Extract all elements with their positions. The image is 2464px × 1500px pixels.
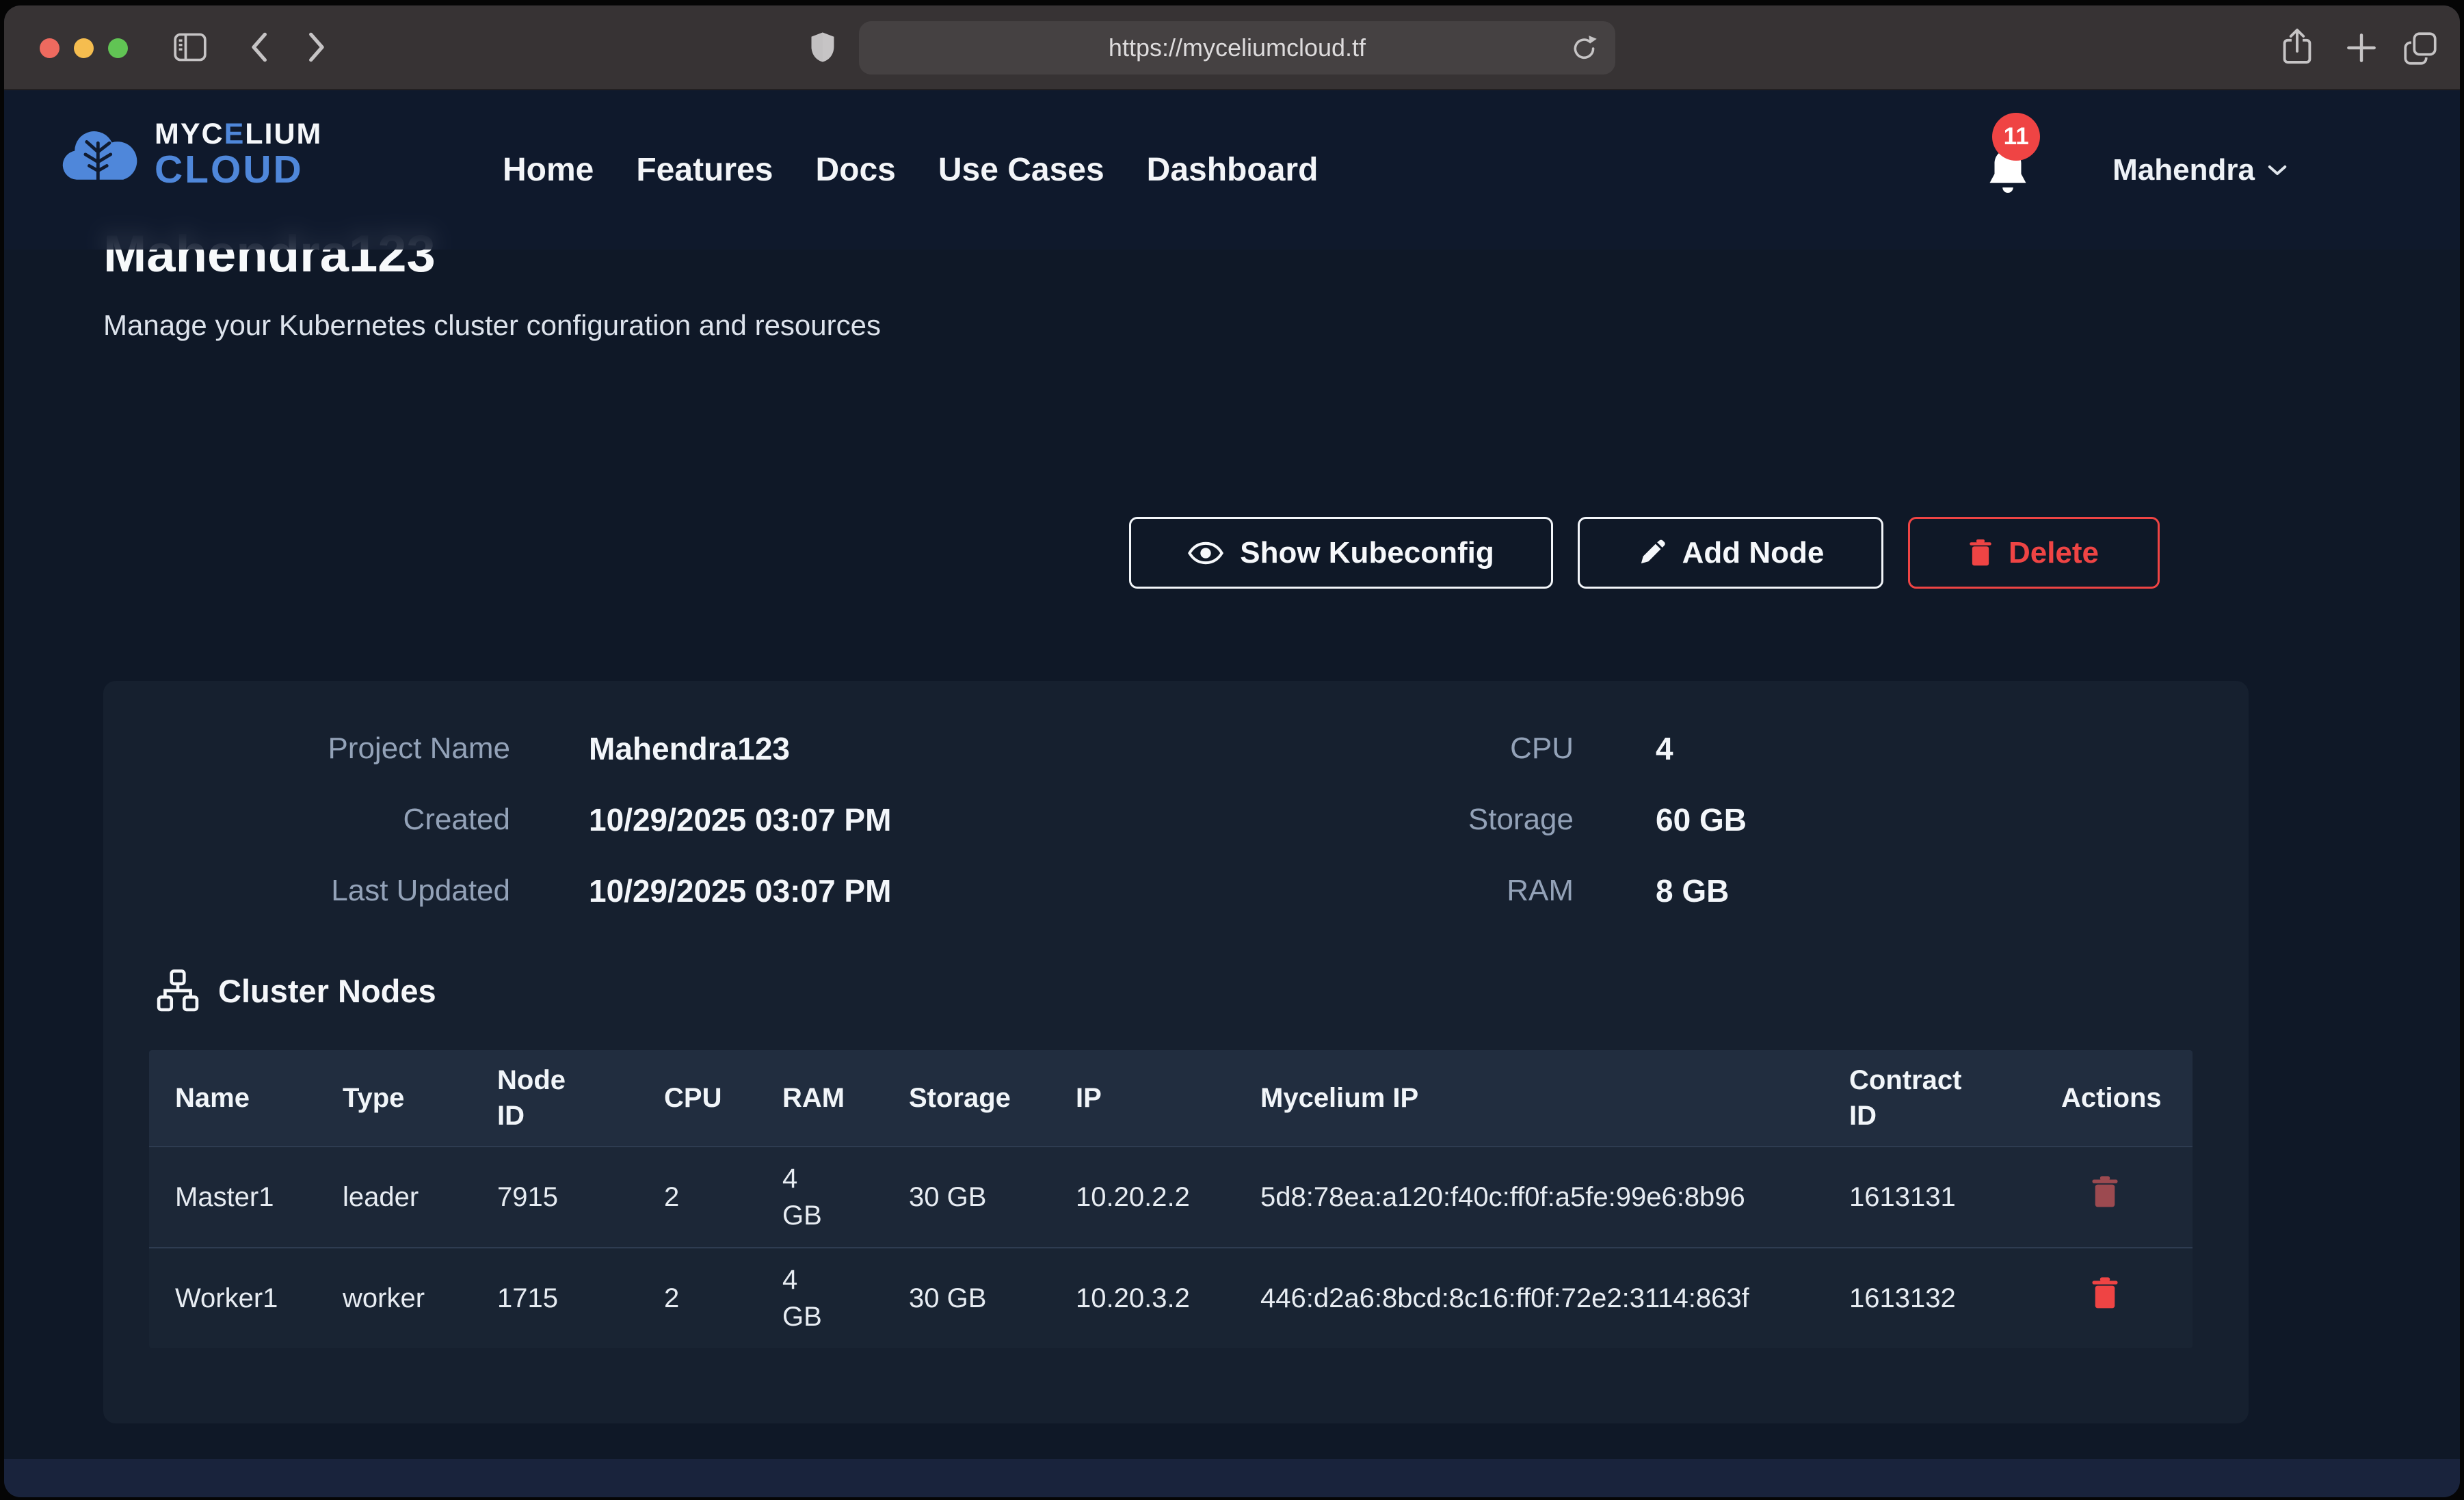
nav-item-dashboard[interactable]: Dashboard [1147, 151, 1319, 189]
cluster-details-card: Project Name Mahendra123 Created 10/29/2… [103, 681, 2249, 1423]
cell-contract-id: 1613131 [1849, 1179, 2061, 1216]
forward-icon[interactable] [308, 30, 327, 64]
footer-strip [4, 1459, 2460, 1497]
cloud-tree-logo-icon [60, 120, 141, 186]
storage-label: Storage [1122, 800, 1574, 840]
created-label: Created [103, 800, 510, 840]
cell-ram: 4 GB [782, 1261, 909, 1335]
reload-icon[interactable] [1570, 33, 1599, 63]
zoom-window-button[interactable] [108, 38, 128, 58]
back-icon[interactable] [249, 30, 268, 64]
delete-label: Delete [2009, 536, 2099, 570]
nodes-network-icon [157, 969, 199, 1012]
pencil-icon [1637, 539, 1666, 567]
last-updated-value: 10/29/2025 03:07 PM [589, 871, 1122, 911]
site-navbar: MYCELIUM CLOUD Home Features Docs Use Ca… [4, 90, 2460, 250]
cell-name: Master1 [175, 1179, 343, 1216]
created-value: 10/29/2025 03:07 PM [589, 800, 1122, 840]
table-header-row: Name Type Node ID CPU RAM Storage IP Myc… [149, 1050, 2193, 1147]
notification-count-badge: 11 [1992, 113, 2040, 161]
col-cpu: CPU [664, 1080, 782, 1116]
notifications-button[interactable]: 11 [1987, 144, 2032, 196]
cell-cpu: 2 [664, 1179, 782, 1216]
cell-contract-id: 1613132 [1849, 1280, 2061, 1317]
col-actions: Actions [2061, 1080, 2193, 1116]
cell-cpu: 2 [664, 1280, 782, 1317]
col-contract-id: Contract ID [1849, 1062, 2061, 1134]
user-name: Mahendra [2112, 153, 2255, 187]
col-ram: RAM [782, 1080, 909, 1116]
eye-icon [1188, 541, 1223, 565]
cell-node-id: 7915 [497, 1179, 664, 1216]
page-body: Mahendra123 Manage your Kubernetes clust… [4, 90, 2460, 1497]
cpu-label: CPU [1122, 729, 1574, 768]
project-name-value: Mahendra123 [589, 729, 1122, 768]
cpu-value: 4 [1656, 729, 1747, 768]
ram-label: RAM [1122, 871, 1574, 911]
ram-value: 8 GB [1656, 871, 1747, 911]
cell-name: Worker1 [175, 1280, 343, 1317]
table-row-worker1: Worker1 worker 1715 2 4 GB 30 GB 10.20.3… [149, 1248, 2193, 1348]
cell-ip: 10.20.3.2 [1076, 1280, 1260, 1317]
nav-links: Home Features Docs Use Cases Dashboard [503, 90, 1318, 250]
trash-icon [1969, 539, 1992, 567]
cell-storage: 30 GB [909, 1280, 1076, 1317]
cluster-nodes-title: Cluster Nodes [218, 972, 436, 1010]
brand-logo[interactable]: MYCELIUM CLOUD [60, 118, 322, 189]
show-kubeconfig-label: Show Kubeconfig [1240, 536, 1494, 570]
cluster-nodes-heading: Cluster Nodes [157, 969, 2249, 1012]
privacy-shield-icon[interactable] [810, 30, 836, 64]
cell-storage: 30 GB [909, 1179, 1076, 1216]
show-kubeconfig-button[interactable]: Show Kubeconfig [1129, 517, 1553, 589]
col-storage: Storage [909, 1080, 1076, 1116]
last-updated-label: Last Updated [103, 871, 510, 911]
browser-chrome: https://myceliumcloud.tf [4, 5, 2460, 90]
minimize-window-button[interactable] [74, 38, 94, 58]
storage-value: 60 GB [1656, 800, 1747, 840]
cell-node-id: 1715 [497, 1280, 664, 1317]
col-node-id: Node ID [497, 1062, 664, 1134]
url-text: https://myceliumcloud.tf [1109, 34, 1366, 62]
cluster-actions-toolbar: Show Kubeconfig Add Node Delete [103, 517, 2160, 589]
add-node-button[interactable]: Add Node [1578, 517, 1883, 589]
col-name: Name [175, 1080, 343, 1116]
col-mycelium-ip: Mycelium IP [1260, 1080, 1849, 1116]
url-address-field[interactable]: https://myceliumcloud.tf [859, 21, 1615, 75]
project-name-label: Project Name [103, 729, 510, 768]
cell-mycelium-ip: 5d8:78ea:a120:f40c:ff0f:a5fe:99e6:8b96 [1260, 1179, 1814, 1216]
new-tab-icon[interactable] [2346, 33, 2376, 63]
table-row-master1: Master1 leader 7915 2 4 GB 30 GB 10.20.2… [149, 1147, 2193, 1248]
nav-item-use-cases[interactable]: Use Cases [938, 151, 1104, 189]
user-menu[interactable]: Mahendra [2112, 153, 2288, 187]
cell-mycelium-ip: 446:d2a6:8bcd:8c16:ff0f:72e2:3114:863f [1260, 1280, 1814, 1317]
cell-type: leader [343, 1179, 497, 1216]
nodes-table: Name Type Node ID CPU RAM Storage IP Myc… [149, 1050, 2193, 1348]
cell-ram: 4 GB [782, 1160, 909, 1234]
nav-item-docs[interactable]: Docs [815, 151, 895, 189]
add-node-label: Add Node [1682, 536, 1825, 570]
delete-node-button[interactable] [2090, 1175, 2120, 1211]
sidebar-toggle-icon[interactable] [174, 31, 207, 63]
browser-window: https://myceliumcloud.tf Mahendra123 Man… [4, 5, 2460, 1497]
delete-node-button[interactable] [2090, 1276, 2120, 1312]
main-content: Mahendra123 Manage your Kubernetes clust… [4, 90, 2460, 1423]
brand-text: MYCELIUM CLOUD [155, 118, 322, 189]
col-ip: IP [1076, 1080, 1260, 1116]
chevron-down-icon [2267, 163, 2288, 177]
trash-icon [2091, 1175, 2119, 1209]
share-icon[interactable] [2281, 26, 2313, 67]
cluster-info-grid: Project Name Mahendra123 Created 10/29/2… [103, 681, 2249, 911]
page-subtitle: Manage your Kubernetes cluster configura… [103, 309, 2244, 342]
tab-overview-icon[interactable] [2403, 31, 2437, 66]
col-type: Type [343, 1080, 497, 1116]
cell-ip: 10.20.2.2 [1076, 1179, 1260, 1216]
nav-item-features[interactable]: Features [636, 151, 773, 189]
cell-type: worker [343, 1280, 497, 1317]
delete-cluster-button[interactable]: Delete [1908, 517, 2160, 589]
nav-item-home[interactable]: Home [503, 151, 594, 189]
nav-right-group: 11 Mahendra [1987, 90, 2288, 250]
close-window-button[interactable] [40, 38, 59, 58]
trash-icon [2091, 1276, 2119, 1311]
